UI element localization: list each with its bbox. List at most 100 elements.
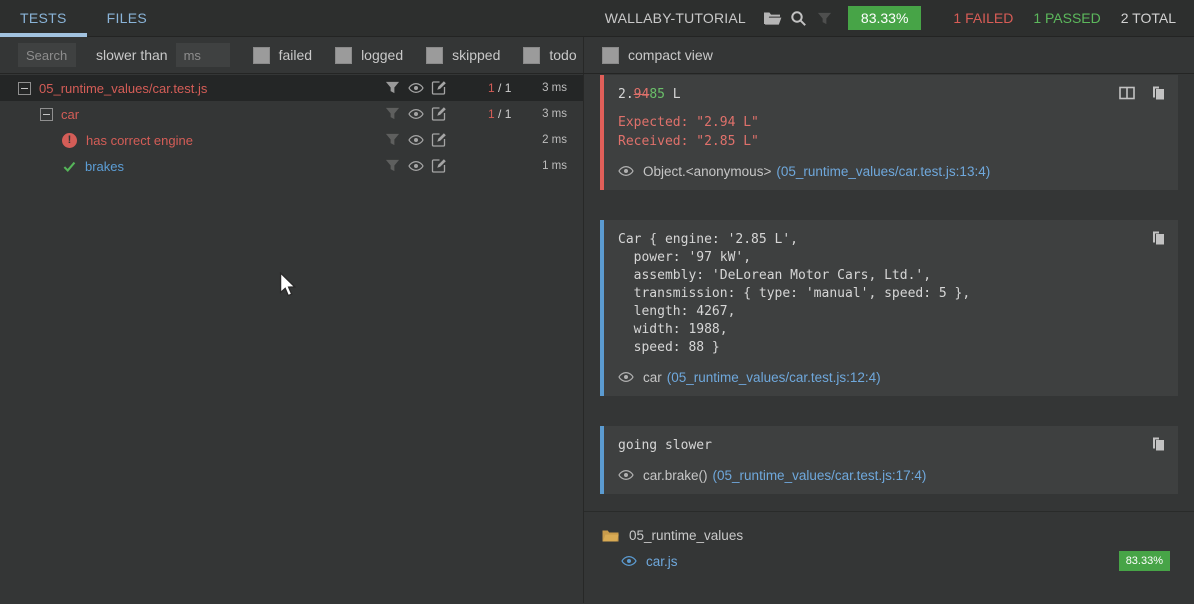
expected-line: Expected: "2.94 L" (618, 113, 1164, 132)
open-folder-icon[interactable] (760, 5, 786, 31)
test-file-label: 05_runtime_values/car.test.js (39, 81, 207, 96)
log-source-label: car (643, 370, 662, 385)
test-tree-panel: 05_runtime_values/car.test.js 1 / 1 3 ms… (0, 74, 584, 603)
ms-input[interactable] (176, 43, 230, 67)
file-coverage-badge: 83.33% (1119, 551, 1170, 571)
diff-removed: 94 (634, 87, 650, 102)
todo-filter-checkbox[interactable]: todo (523, 47, 576, 64)
error-block: 2.9485 L Expected: "2.94 L" Received: "2… (600, 75, 1178, 190)
eye-icon[interactable] (621, 553, 637, 569)
row-eye-icon[interactable] (408, 106, 424, 122)
row-filter-icon[interactable] (385, 158, 401, 174)
test-time: 3 ms (542, 108, 567, 120)
row-filter-icon[interactable] (385, 80, 401, 96)
coverage-folder-row[interactable]: 05_runtime_values (600, 528, 1178, 543)
log-line: length: 4267, (618, 303, 1164, 321)
row-eye-icon[interactable] (408, 80, 424, 96)
copy-icon[interactable] (1150, 230, 1166, 246)
coverage-folder-label: 05_runtime_values (629, 528, 743, 543)
test-time: 3 ms (542, 82, 567, 94)
log-location: car (05_runtime_values/car.test.js:12:4) (618, 369, 1164, 385)
test-label: has correct engine (86, 133, 193, 148)
coverage-badge: 83.33% (848, 6, 921, 30)
stack-frame-link[interactable]: (05_runtime_values/car.test.js:13:4) (776, 164, 990, 179)
failed-count: 1 FAILED (953, 10, 1013, 26)
tab-files[interactable]: FILES (87, 0, 167, 36)
skipped-filter-checkbox[interactable]: skipped (426, 47, 500, 64)
eye-icon[interactable] (618, 369, 634, 385)
filter-bar-right: compact view (584, 37, 1194, 73)
check-icon (62, 159, 77, 174)
checkbox-icon[interactable] (253, 47, 270, 64)
checkbox-icon[interactable] (426, 47, 443, 64)
row-filter-icon[interactable] (385, 132, 401, 148)
received-line: Received: "2.85 L" (618, 132, 1164, 151)
log-source-label: car.brake() (643, 468, 708, 483)
log-line: transmission: { type: 'manual', speed: 5… (618, 285, 1164, 303)
test-row-file[interactable]: 05_runtime_values/car.test.js 1 / 1 3 ms (0, 75, 583, 101)
filter-icon[interactable] (812, 5, 838, 31)
stack-frame-label: Object.<anonymous> (643, 164, 771, 179)
copy-icon[interactable] (1150, 85, 1166, 101)
failed-filter-checkbox[interactable]: failed (253, 47, 312, 64)
eye-icon[interactable] (618, 163, 634, 179)
log-line: width: 1988, (618, 321, 1164, 339)
header-right: WALLABY-TUTORIAL 83.33% 1 FAILED 1 PASSE… (605, 0, 1194, 36)
suite-label: car (61, 107, 79, 122)
row-edit-icon[interactable] (431, 80, 447, 96)
row-eye-icon[interactable] (408, 158, 424, 174)
total-count: 2 TOTAL (1121, 10, 1176, 26)
collapse-icon[interactable] (18, 82, 31, 95)
checkbox-icon[interactable] (602, 47, 619, 64)
tab-tests[interactable]: TESTS (0, 0, 87, 36)
error-location: Object.<anonymous> (05_runtime_values/ca… (618, 163, 1164, 179)
test-time: 2 ms (542, 134, 567, 146)
log-source-link[interactable]: (05_runtime_values/car.test.js:12:4) (667, 370, 881, 385)
checkbox-icon[interactable] (335, 47, 352, 64)
folder-icon (602, 529, 619, 543)
test-row-suite[interactable]: car 1 / 1 3 ms (0, 101, 583, 127)
log-line: going slower (618, 437, 1164, 455)
collapse-icon[interactable] (40, 108, 53, 121)
split-columns-icon[interactable] (1119, 85, 1135, 101)
coverage-section: 05_runtime_values car.js 83.33% (600, 512, 1178, 569)
diff-added: 85 (649, 87, 665, 102)
test-row-passed[interactable]: brakes 1 ms (0, 153, 583, 179)
test-label: brakes (85, 159, 124, 174)
log-line: assembly: 'DeLorean Motor Cars, Ltd.', (618, 267, 1164, 285)
search-icon[interactable] (786, 5, 812, 31)
filter-bar-left: slower than failed logged skipped todo (0, 37, 584, 73)
log-line: speed: 88 } (618, 339, 1164, 357)
search-input[interactable] (18, 43, 76, 67)
slower-than-label: slower than (96, 47, 168, 63)
row-filter-icon[interactable] (385, 106, 401, 122)
passed-count: 1 PASSED (1033, 10, 1100, 26)
log-line: power: '97 kW', (618, 249, 1164, 267)
pass-count: 1 / 1 (488, 107, 511, 121)
inspector-panel: 2.9485 L Expected: "2.94 L" Received: "2… (584, 74, 1194, 603)
row-eye-icon[interactable] (408, 132, 424, 148)
console-log-block-2: going slower car.brake() (05_runtime_val… (600, 426, 1178, 494)
logged-filter-checkbox[interactable]: logged (335, 47, 403, 64)
app-header: TESTS FILES WALLABY-TUTORIAL 83.33% 1 FA… (0, 0, 1194, 37)
console-log-block: Car { engine: '2.85 L', power: '97 kW', … (600, 220, 1178, 396)
error-icon: ! (62, 133, 77, 148)
diff-line: 2.9485 L (618, 86, 1164, 104)
log-source-link[interactable]: (05_runtime_values/car.test.js:17:4) (713, 468, 927, 483)
checkbox-icon[interactable] (523, 47, 540, 64)
row-edit-icon[interactable] (431, 106, 447, 122)
coverage-file-row[interactable]: car.js 83.33% (600, 553, 1178, 569)
filter-bar: slower than failed logged skipped todo c… (0, 37, 1194, 74)
coverage-file-link[interactable]: car.js (646, 554, 678, 569)
eye-icon[interactable] (618, 467, 634, 483)
row-edit-icon[interactable] (431, 132, 447, 148)
log-location: car.brake() (05_runtime_values/car.test.… (618, 467, 1164, 483)
compact-view-checkbox[interactable]: compact view (602, 47, 713, 64)
test-time: 1 ms (542, 160, 567, 172)
copy-icon[interactable] (1150, 436, 1166, 452)
project-name: WALLABY-TUTORIAL (605, 10, 746, 26)
log-line: Car { engine: '2.85 L', (618, 231, 1164, 249)
pass-count: 1 / 1 (488, 81, 511, 95)
row-edit-icon[interactable] (431, 158, 447, 174)
test-row-failed[interactable]: ! has correct engine 2 ms (0, 127, 583, 153)
